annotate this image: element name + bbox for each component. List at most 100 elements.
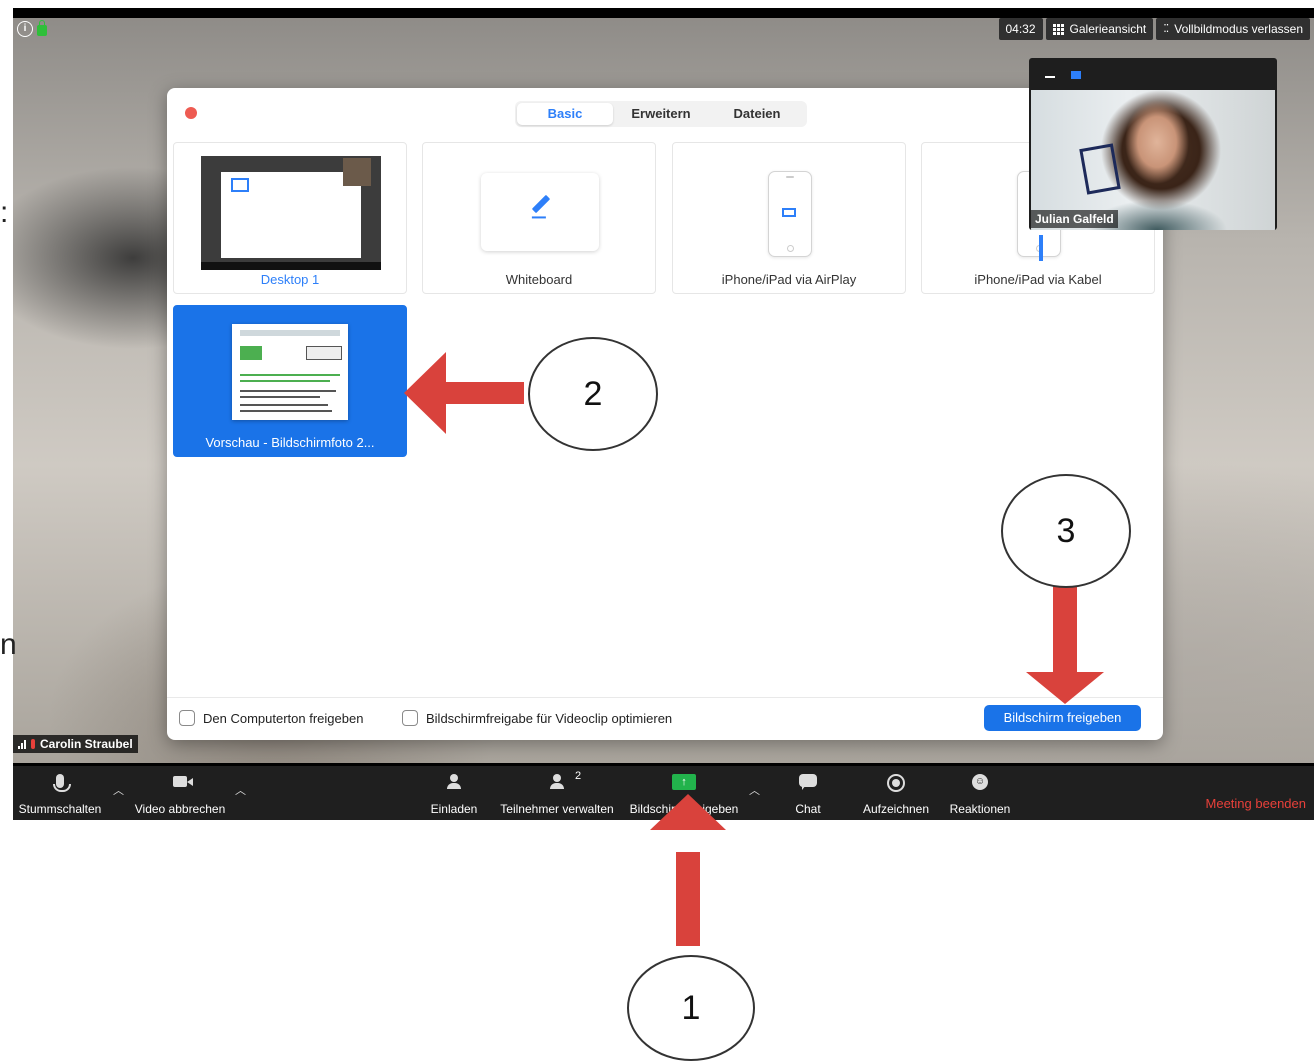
mute-button[interactable]: Stummschalten <box>13 766 107 820</box>
top-right-controls: 04:32 Galerieansicht ⁚⁚ Vollbildmodus ve… <box>998 18 1310 40</box>
reactions-button[interactable]: ☺ Reaktionen <box>947 766 1013 820</box>
record-label: Aufzeichnen <box>862 802 930 816</box>
thumb-line <box>240 396 320 398</box>
chat-button[interactable]: Chat <box>785 766 831 820</box>
timer-text: 04:32 <box>1005 22 1036 36</box>
thumb-box <box>306 346 342 360</box>
share-screen-dialog: Basic Erweitern Dateien Desktop 1 Whiteb… <box>167 88 1163 740</box>
chat-label: Chat <box>795 802 821 816</box>
minimize-icon[interactable] <box>1045 76 1055 78</box>
mute-label: Stummschalten <box>18 802 102 816</box>
airplay-icon <box>782 208 796 217</box>
share-tile-preview-window[interactable]: Vorschau - Bildschirmfoto 2... <box>173 305 407 457</box>
tab-dateien[interactable]: Dateien <box>709 103 805 125</box>
record-button[interactable]: Aufzeichnen <box>859 766 933 820</box>
desktop-thumbnail-window <box>221 172 361 258</box>
participants-icon <box>550 774 564 789</box>
stop-video-button[interactable]: Video abbrechen <box>131 766 229 820</box>
share-options-chevron-icon[interactable]: ︿ <box>749 782 760 798</box>
meeting-info-icons: i <box>17 20 47 38</box>
mute-options-chevron-icon[interactable]: ︿ <box>113 782 124 798</box>
step-1-circle: 1 <box>627 955 755 1061</box>
tile-label-cable: iPhone/iPad via Kabel <box>974 272 1102 287</box>
step-2-circle: 2 <box>528 337 658 451</box>
thumb-line <box>240 390 336 392</box>
video-label: Video abbrechen <box>134 802 226 816</box>
share-label: Bildschirm freigeben <box>629 802 739 816</box>
whiteboard-card <box>481 173 599 251</box>
checkbox-box[interactable] <box>179 710 195 726</box>
exit-fullscreen-button[interactable]: ⁚⁚ Vollbildmodus verlassen <box>1156 18 1310 40</box>
desktop-thumbnail-toolbar <box>201 262 381 270</box>
microphone-icon <box>53 774 71 792</box>
end-meeting-button[interactable]: Meeting beenden <box>1206 796 1306 811</box>
meeting-timer: 04:32 <box>998 18 1043 40</box>
tab-erweitern[interactable]: Erweitern <box>613 103 709 125</box>
share-tile-desktop[interactable]: Desktop 1 <box>173 142 407 294</box>
dialog-footer: Den Computerton freigeben Bildschirmfrei… <box>167 697 1163 740</box>
cropped-text-bottom: n <box>0 628 17 661</box>
invite-button[interactable]: Einladen <box>427 766 481 820</box>
lamp-shape <box>1079 143 1121 195</box>
exit-fullscreen-label: Vollbildmodus verlassen <box>1174 22 1303 36</box>
info-icon[interactable]: i <box>17 21 33 37</box>
tab-basic[interactable]: Basic <box>517 103 613 125</box>
manage-participants-button[interactable]: 2 Teilnehmer verwalten <box>497 766 617 820</box>
mic-muted-icon <box>31 739 35 749</box>
desktop-thumbnail-camera <box>343 158 371 186</box>
participant-name: Carolin Straubel <box>40 737 133 751</box>
cable-icon <box>1039 235 1043 261</box>
reactions-label: Reaktionen <box>949 802 1011 816</box>
participants-label: Teilnehmer verwalten <box>500 802 614 816</box>
exit-fullscreen-icon: ⁚⁚ <box>1163 23 1169 35</box>
share-tile-whiteboard[interactable]: Whiteboard <box>422 142 656 294</box>
camera-icon <box>173 776 193 787</box>
thumb-line <box>240 410 332 412</box>
participant-name-tag: Carolin Straubel <box>13 735 138 753</box>
signal-icon <box>18 739 26 749</box>
share-screen-icon: ↑ <box>672 774 696 790</box>
record-icon <box>887 774 905 792</box>
thumb-line <box>240 330 340 336</box>
thumb-line <box>240 404 328 406</box>
checkbox-label: Den Computerton freigeben <box>203 710 364 726</box>
zoom-meeting-window: i 04:32 Galerieansicht ⁚⁚ Vollbildmodus … <box>13 8 1314 820</box>
self-view-feed <box>1031 90 1275 230</box>
thumb-line <box>240 374 340 376</box>
desktop-thumbnail <box>201 156 381 270</box>
share-screen-button[interactable]: Bildschirm freigeben <box>984 705 1141 731</box>
tile-label-preview: Vorschau - Bildschirmfoto 2... <box>205 435 375 450</box>
self-view-header <box>1029 58 1277 90</box>
thumb-line <box>240 380 330 382</box>
step-3-circle: 3 <box>1001 474 1131 588</box>
maximize-icon[interactable] <box>1071 71 1081 79</box>
desktop-thumbnail-highlight <box>231 178 249 192</box>
share-tabs: Basic Erweitern Dateien <box>515 101 807 127</box>
checkbox-label: Bildschirmfreigabe für Videoclip optimie… <box>426 710 673 726</box>
self-view-video[interactable]: Julian Galfeld <box>1029 58 1277 230</box>
gallery-view-button[interactable]: Galerieansicht <box>1045 18 1154 40</box>
tile-label-airplay: iPhone/iPad via AirPlay <box>721 272 857 287</box>
checkbox-box[interactable] <box>402 710 418 726</box>
self-view-name: Julian Galfeld <box>1031 210 1118 228</box>
tile-label-whiteboard: Whiteboard <box>505 272 573 287</box>
share-computer-sound-checkbox[interactable]: Den Computerton freigeben <box>179 710 363 726</box>
chat-icon <box>799 774 817 790</box>
cropped-text-top: : <box>0 196 9 229</box>
smiley-icon: ☺ <box>972 774 988 790</box>
phone-icon <box>768 171 812 257</box>
gallery-view-label: Galerieansicht <box>1069 22 1147 36</box>
add-person-icon <box>447 774 461 789</box>
thumb-logo <box>240 346 262 360</box>
share-screen-toolbar-button[interactable]: ↑ Bildschirm freigeben <box>625 766 743 820</box>
lock-icon[interactable] <box>37 20 47 36</box>
invite-label: Einladen <box>430 802 478 816</box>
video-options-chevron-icon[interactable]: ︿ <box>235 782 246 798</box>
preview-window-thumbnail <box>232 324 348 420</box>
optimize-video-checkbox[interactable]: Bildschirmfreigabe für Videoclip optimie… <box>402 710 672 726</box>
grid-icon <box>1052 23 1064 35</box>
tile-label-desktop: Desktop 1 <box>260 272 320 287</box>
pencil-icon <box>531 194 551 214</box>
close-dialog-button[interactable] <box>185 107 197 119</box>
share-tile-airplay[interactable]: iPhone/iPad via AirPlay <box>672 142 906 294</box>
